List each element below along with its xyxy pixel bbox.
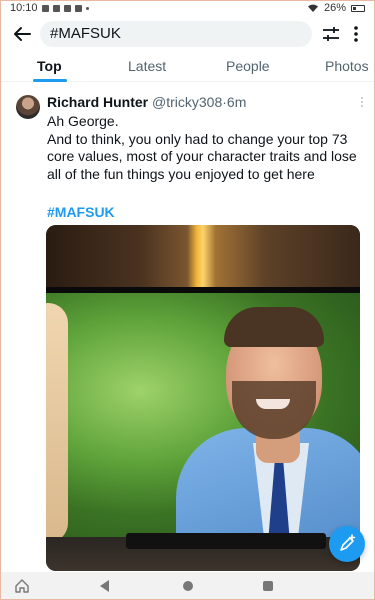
photo-wall [46, 225, 360, 291]
notification-icon [74, 4, 82, 12]
arrow-left-icon[interactable] [10, 22, 34, 46]
tweet-line: Ah George. [47, 113, 119, 129]
tweet-time: 6m [226, 94, 247, 110]
back-triangle-icon[interactable] [100, 580, 109, 592]
photo-detail [256, 399, 290, 409]
status-right: 26% [307, 2, 365, 14]
wifi-icon [307, 4, 318, 12]
home-circle-icon[interactable] [183, 581, 193, 591]
battery-percent: 26% [323, 2, 346, 14]
system-nav-bar [0, 572, 375, 600]
active-tab-indicator [33, 79, 67, 82]
message-icon [41, 4, 49, 12]
tab-latest[interactable]: Latest [128, 58, 166, 74]
search-header [0, 18, 375, 50]
tab-photos[interactable]: Photos [325, 58, 369, 74]
author-handle[interactable]: @tricky308 [152, 94, 222, 110]
vertical-ellipsis-icon[interactable] [346, 22, 366, 46]
home-icon[interactable] [14, 578, 30, 594]
avatar[interactable] [16, 95, 40, 119]
notification-icon [63, 4, 71, 12]
tweet-header: Richard Hunter @tricky308·6m [47, 94, 246, 110]
search-tabs: Top Latest People Photos [0, 52, 375, 82]
search-input[interactable] [40, 21, 312, 47]
status-left: 10:10 [10, 2, 89, 14]
tab-top[interactable]: Top [37, 58, 62, 74]
tweet-media-photo[interactable] [46, 225, 360, 571]
photo-soundbar [126, 533, 326, 549]
tab-people[interactable]: People [226, 58, 270, 74]
sliders-icon[interactable] [320, 22, 342, 46]
tweet-text: Ah George. And to think, you only had to… [47, 113, 367, 183]
status-bar: 10:10 26% [0, 0, 375, 16]
tweet-line: And to think, you only had to change you… [47, 130, 357, 182]
recents-square-icon[interactable] [263, 581, 273, 591]
tweet-overflow-icon[interactable] [358, 96, 366, 110]
photo-detail [46, 303, 68, 537]
battery-icon [351, 4, 365, 12]
compose-plus-icon [340, 534, 356, 551]
hashtag-link[interactable]: #MAFSUK [47, 204, 115, 220]
notification-icon [52, 4, 60, 12]
status-time: 10:10 [10, 2, 38, 14]
tv-screen [46, 293, 360, 537]
dot-icon [85, 6, 89, 10]
compose-button[interactable] [329, 526, 365, 562]
photo-detail [224, 307, 324, 347]
author-name[interactable]: Richard Hunter [47, 94, 148, 110]
